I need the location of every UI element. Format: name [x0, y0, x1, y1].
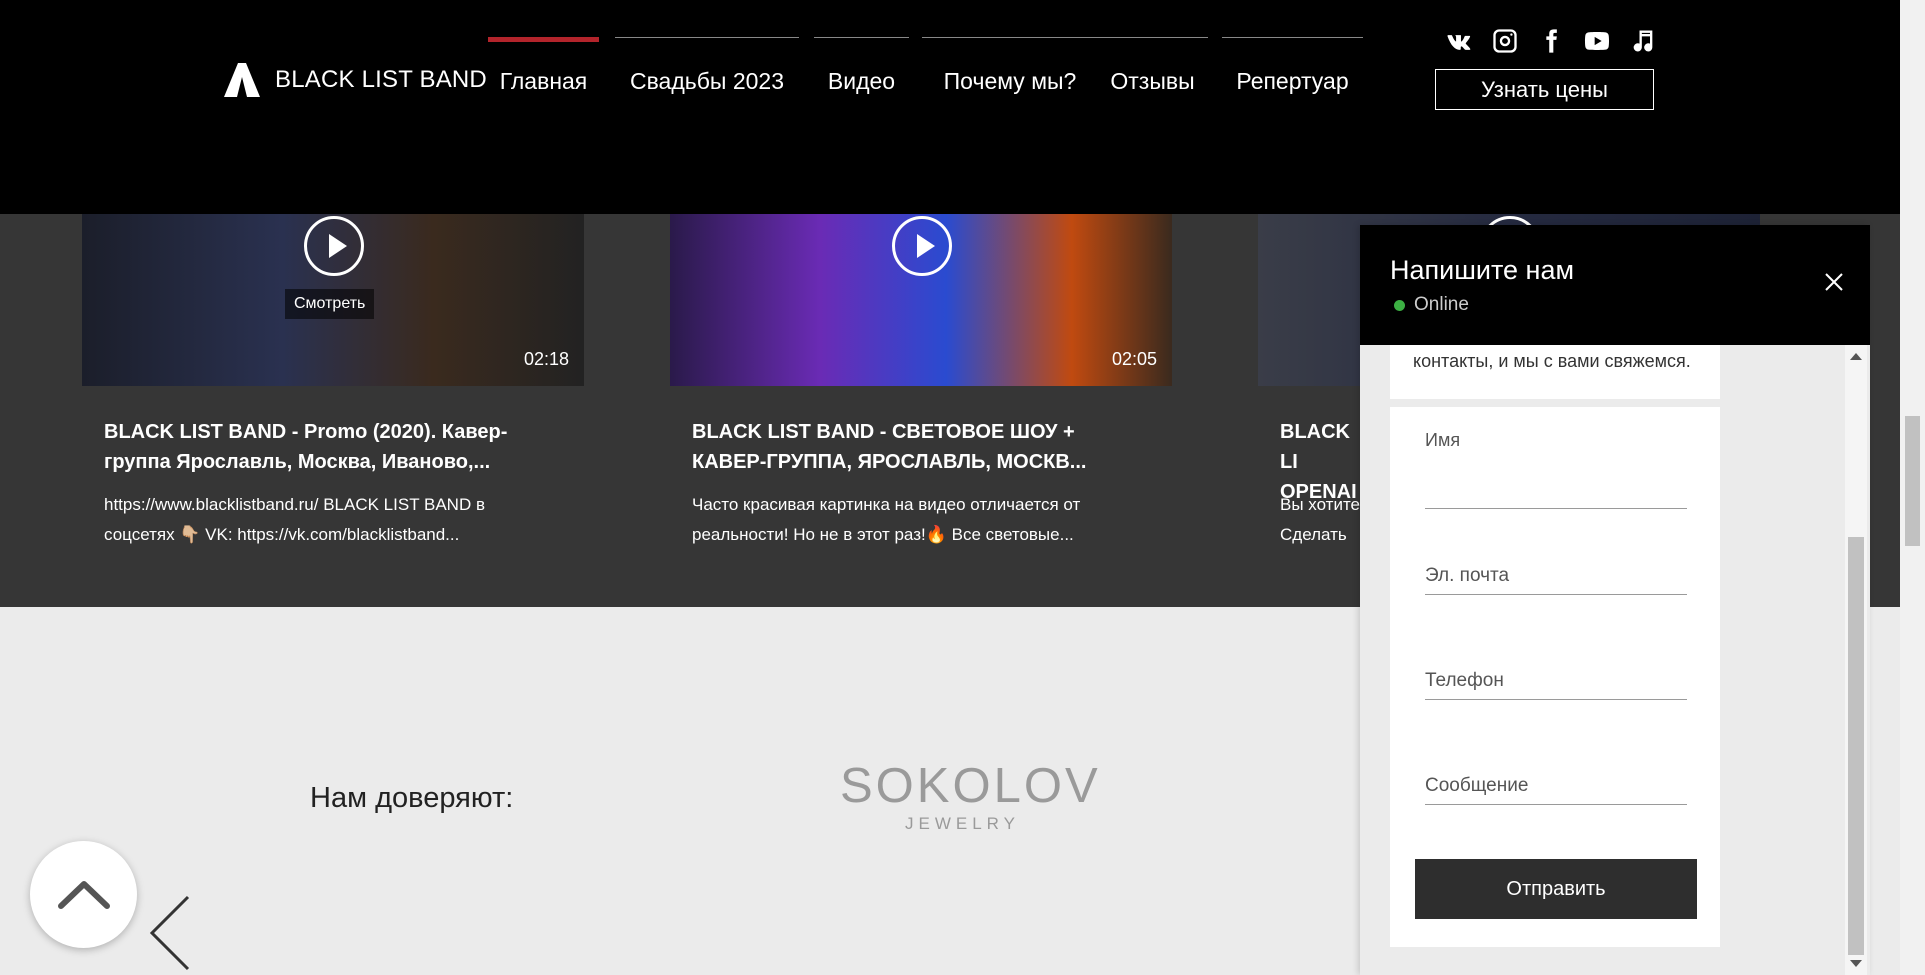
online-dot-icon	[1394, 299, 1405, 311]
watch-tooltip: Смотреть	[285, 289, 375, 319]
play-icon[interactable]	[304, 216, 364, 276]
instagram-icon[interactable]	[1482, 26, 1528, 56]
name-field[interactable]	[1425, 459, 1687, 509]
scroll-to-top-button[interactable]	[30, 841, 137, 948]
vk-icon[interactable]	[1436, 26, 1482, 56]
video-card[interactable]: 02:05 BLACK LIST BAND - СВЕТОВОЕ ШОУ + К…	[670, 214, 1172, 544]
chat-header: Напишите нам Online	[1360, 225, 1870, 345]
phone-field[interactable]	[1425, 652, 1687, 700]
trust-title: Нам доверяют:	[310, 782, 514, 814]
logo-icon	[224, 63, 260, 97]
nav-item-repertoire[interactable]: Репертуар	[1222, 37, 1363, 94]
partner-logo: SOKOLOV JEWELRY	[840, 758, 1101, 834]
chat-scrollbar-thumb[interactable]	[1848, 537, 1864, 955]
chat-title: Напишите нам	[1390, 255, 1575, 285]
close-icon[interactable]	[1822, 270, 1846, 294]
logo-text: BLACK LIST BAND	[275, 66, 487, 93]
video-thumbnail[interactable]: Смотреть 02:18	[82, 214, 584, 386]
nav-item-why-us[interactable]: Почему мы?	[922, 37, 1098, 94]
chat-status-text: Online	[1414, 294, 1469, 315]
chat-widget: Напишите нам Online контакты, и мы с вам…	[1360, 225, 1870, 975]
social-links	[1436, 26, 1666, 56]
facebook-icon[interactable]	[1528, 26, 1574, 56]
nav-item-video[interactable]: Видео	[814, 37, 909, 94]
video-title[interactable]: BLACK LIST BAND - СВЕТОВОЕ ШОУ + КАВЕР-Г…	[692, 417, 1112, 477]
chat-message-bubble: контакты, и мы с вами свяжемся.	[1390, 345, 1720, 399]
site-header: BLACK LIST BAND Главная Свадьбы 2023 Вид…	[0, 0, 1900, 214]
page-scrollbar[interactable]	[1900, 0, 1925, 975]
logo[interactable]: BLACK LIST BAND	[224, 63, 487, 97]
video-title[interactable]: BLACK LIST BAND - Promo (2020). Кавер-гр…	[104, 417, 524, 477]
nav-item-reviews[interactable]: Отзывы	[1097, 37, 1208, 94]
chevron-up-icon	[57, 880, 110, 909]
youtube-icon[interactable]	[1574, 26, 1620, 56]
send-button[interactable]: Отправить	[1415, 859, 1697, 919]
video-description: Вы хотите Сделать	[1280, 495, 1361, 544]
nav-item-home[interactable]: Главная	[488, 37, 599, 94]
contact-form: Имя Эл. почта Телефон Сообщение Отправит…	[1390, 407, 1720, 947]
video-thumbnail[interactable]: 02:05	[670, 214, 1172, 386]
video-card[interactable]: Смотреть 02:18 BLACK LIST BAND - Promo (…	[82, 214, 584, 544]
play-icon[interactable]	[892, 216, 952, 276]
video-description: https://www.blacklistband.ru/ BLACK LIST…	[104, 495, 485, 544]
name-label: Имя	[1425, 430, 1461, 450]
page-scrollbar-thumb[interactable]	[1905, 416, 1920, 546]
video-description: Часто красивая картинка на видео отличае…	[692, 495, 1081, 544]
chat-message-text: контакты, и мы с вами свяжемся.	[1413, 351, 1691, 371]
partner-logo-main: SOKOLOV	[840, 759, 1101, 813]
scroll-down-icon[interactable]	[1850, 960, 1862, 967]
chat-scrollbar[interactable]	[1845, 345, 1867, 975]
email-field[interactable]	[1425, 547, 1687, 595]
video-duration: 02:05	[1111, 349, 1157, 369]
get-prices-button[interactable]: Узнать цены	[1435, 69, 1654, 110]
scroll-up-icon[interactable]	[1850, 353, 1862, 360]
message-field[interactable]	[1425, 757, 1687, 805]
partner-logo-sub: JEWELRY	[905, 814, 1020, 833]
video-duration: 02:18	[523, 349, 569, 369]
carousel-prev-icon[interactable]	[148, 893, 194, 973]
nav-item-weddings[interactable]: Свадьбы 2023	[615, 37, 799, 94]
chat-status: Online	[1394, 294, 1469, 316]
music-icon[interactable]	[1620, 26, 1666, 56]
